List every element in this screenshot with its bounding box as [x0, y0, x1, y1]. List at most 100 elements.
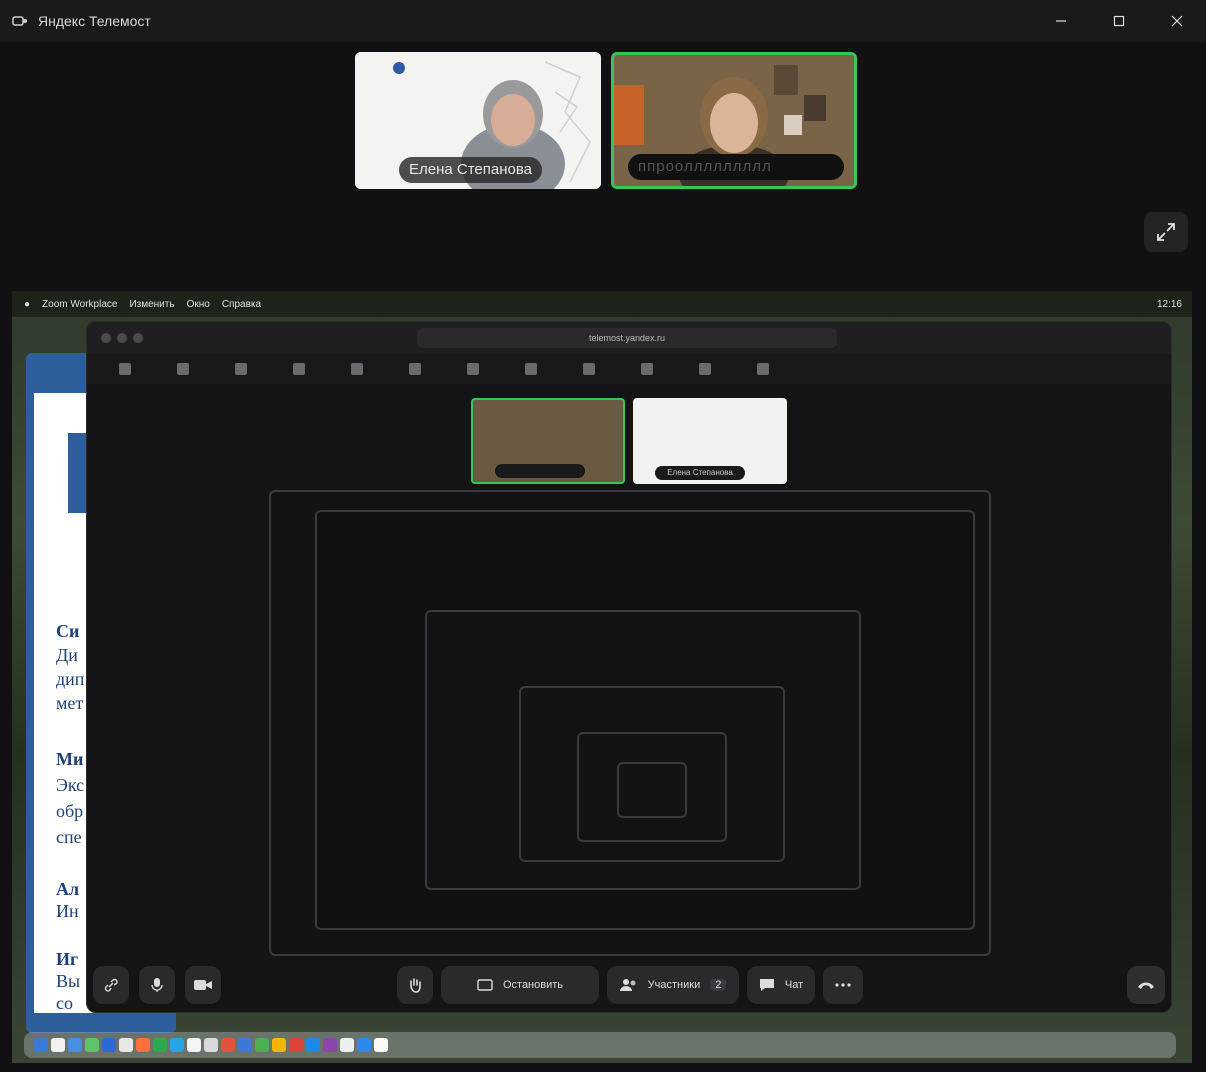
dock-app-icon[interactable] [187, 1038, 201, 1052]
dock-app-icon[interactable] [85, 1038, 99, 1052]
microphone-button[interactable] [139, 966, 175, 1004]
dock-app-icon[interactable] [221, 1038, 235, 1052]
doc-line: Ди [56, 645, 78, 665]
inner-participant-tile [471, 398, 625, 484]
chat-label: Чат [784, 979, 804, 991]
copy-link-button[interactable] [93, 966, 129, 1004]
dock-app-icon[interactable] [255, 1038, 269, 1052]
expand-icon [1157, 223, 1175, 241]
dock-app-icon[interactable] [323, 1038, 337, 1052]
telemost-logo-icon [12, 14, 32, 28]
participants-button[interactable]: Участники 2 [607, 966, 739, 1004]
participant-name: Елена Степанова [399, 157, 543, 183]
bookmark-icon[interactable] [699, 363, 711, 375]
minimize-button[interactable] [1032, 0, 1090, 42]
doc-line: Вы [56, 971, 81, 991]
participant-tile[interactable]: Елена Степанова [355, 52, 601, 189]
bookmark-icon[interactable] [293, 363, 305, 375]
dock-app-icon[interactable] [289, 1038, 303, 1052]
stop-sharing-label: Остановить [502, 979, 564, 991]
call-controls: Остановить Участники 2 Чат [87, 958, 1171, 1012]
more-options-button[interactable] [823, 966, 863, 1004]
bookmark-icon[interactable] [525, 363, 537, 375]
bookmark-icon[interactable] [235, 363, 247, 375]
participants-count: 2 [710, 979, 727, 991]
browser-toolbar: telemost.yandex.ru [87, 322, 1171, 354]
document-block [68, 433, 86, 513]
doc-line: обр [56, 801, 84, 821]
dock-app-icon[interactable] [306, 1038, 320, 1052]
inner-participant-tile: Елена Степанова [633, 398, 787, 484]
bookmark-icon[interactable] [351, 363, 363, 375]
inner-participant-tiles: Елена Степанова [471, 398, 787, 484]
participant-tile-active[interactable]: ппрооллллллллл [611, 52, 857, 189]
mac-menu-bar: ● Zoom Workplace Изменить Окно Справка 1… [12, 291, 1192, 317]
bookmarks-bar [87, 354, 1171, 384]
window-title: Яндекс Телемост [38, 13, 151, 29]
bookmark-icon[interactable] [757, 363, 769, 375]
dock-app-icon[interactable] [374, 1038, 388, 1052]
dock-app-icon[interactable] [204, 1038, 218, 1052]
maximize-button[interactable] [1090, 0, 1148, 42]
bookmark-icon[interactable] [119, 363, 131, 375]
more-icon [835, 983, 851, 987]
menubar-item: Справка [221, 298, 262, 310]
shared-screen: ● Zoom Workplace Изменить Окно Справка 1… [12, 291, 1192, 1063]
menubar-app: Zoom Workplace [42, 298, 118, 310]
menubar-clock: 12:16 [1156, 298, 1182, 310]
doc-line: мет [56, 693, 84, 713]
recursive-frame [617, 762, 687, 818]
dock-app-icon[interactable] [357, 1038, 371, 1052]
apple-icon: ● [24, 298, 31, 310]
bookmark-icon[interactable] [641, 363, 653, 375]
hand-icon [410, 978, 421, 993]
doc-line: Экс [56, 775, 85, 795]
bookmark-icon[interactable] [583, 363, 595, 375]
menubar-item: Окно [186, 298, 210, 310]
doc-line: Иг [56, 949, 79, 969]
doc-line: Ин [56, 901, 79, 921]
end-call-button[interactable] [1127, 966, 1165, 1004]
link-icon [104, 978, 118, 992]
doc-line: Ми [56, 749, 84, 769]
hang-up-icon [1138, 982, 1154, 989]
doc-line: со [56, 993, 73, 1013]
doc-line: Ал [56, 879, 80, 899]
dock-app-icon[interactable] [340, 1038, 354, 1052]
camera-button[interactable] [185, 966, 221, 1004]
dock-app-icon[interactable] [153, 1038, 167, 1052]
screen-share-icon [477, 979, 493, 991]
microphone-icon [151, 978, 163, 992]
inner-participant-name [495, 464, 585, 478]
title-bar: Яндекс Телемост [0, 0, 1206, 42]
dock-app-icon[interactable] [119, 1038, 133, 1052]
bookmark-icon[interactable] [409, 363, 421, 375]
address-bar[interactable]: telemost.yandex.ru [417, 328, 837, 348]
dock-app-icon[interactable] [136, 1038, 150, 1052]
stop-sharing-button[interactable]: Остановить [441, 966, 599, 1004]
fullscreen-button[interactable] [1144, 212, 1188, 252]
raise-hand-button[interactable] [397, 966, 433, 1004]
bookmark-icon[interactable] [467, 363, 479, 375]
dock-app-icon[interactable] [170, 1038, 184, 1052]
chat-button[interactable]: Чат [747, 966, 815, 1004]
window-controls [1032, 0, 1206, 42]
participant-name: ппрооллллллллл [628, 154, 844, 180]
dock-app-icon[interactable] [51, 1038, 65, 1052]
participants-label: Участники [647, 979, 701, 991]
close-button[interactable] [1148, 0, 1206, 42]
dock-app-icon[interactable] [102, 1038, 116, 1052]
browser-window: telemost.yandex.ru Елена Степанова Остан… [86, 321, 1172, 1013]
dock-app-icon[interactable] [34, 1038, 48, 1052]
dock-app-icon[interactable] [272, 1038, 286, 1052]
doc-line: дип [56, 669, 85, 689]
dock-app-icon[interactable] [238, 1038, 252, 1052]
bookmark-icon[interactable] [177, 363, 189, 375]
window-traffic-lights[interactable] [101, 333, 143, 343]
participants-icon [619, 979, 636, 991]
dock-app-icon[interactable] [68, 1038, 82, 1052]
chat-icon [759, 979, 774, 991]
inner-participant-name: Елена Степанова [655, 466, 745, 480]
doc-line: спе [56, 827, 82, 847]
mac-dock [24, 1032, 1176, 1058]
